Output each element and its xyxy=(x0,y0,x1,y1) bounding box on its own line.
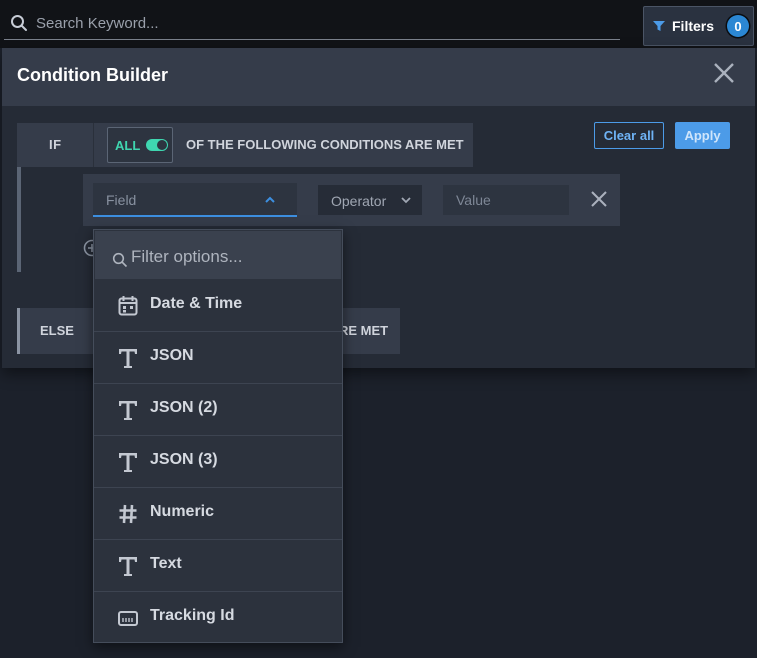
filters-count-badge: 0 xyxy=(727,15,750,37)
if-row: IF ALL OF THE FOLLOWING CONDITIONS ARE M… xyxy=(17,123,473,167)
apply-button[interactable]: Apply xyxy=(675,122,730,149)
toggle-switch[interactable] xyxy=(146,139,169,151)
chevron-down-icon xyxy=(401,197,411,204)
operator-placeholder: Operator xyxy=(331,193,387,209)
search-bar xyxy=(4,6,620,40)
dropdown-search xyxy=(95,231,341,279)
dropdown-list: Date & Time JSON JSON (2) JSON (3) Numer… xyxy=(94,280,342,644)
hash-icon xyxy=(119,504,137,524)
condition-row: Field Operator xyxy=(83,174,620,226)
dropdown-item-label: Numeric xyxy=(150,503,215,520)
field-dropdown: Date & Time JSON JSON (2) JSON (3) xyxy=(93,229,343,643)
dropdown-item-label: Text xyxy=(150,555,182,572)
dropdown-item-json-2[interactable]: JSON (2) xyxy=(94,384,342,436)
panel-title: Condition Builder xyxy=(17,65,168,85)
divider xyxy=(93,123,94,167)
search-icon xyxy=(112,252,128,268)
panel-header: Condition Builder xyxy=(2,48,755,106)
else-conditions-text: RE MET xyxy=(339,323,389,338)
clear-all-button[interactable]: Clear all xyxy=(594,122,664,149)
dropdown-item-text[interactable]: Text xyxy=(94,540,342,592)
text-type-icon xyxy=(119,557,137,576)
field-placeholder: Field xyxy=(106,192,137,208)
text-type-icon xyxy=(119,401,137,420)
text-type-icon xyxy=(119,453,137,472)
dropdown-item-label: JSON xyxy=(150,347,194,364)
dropdown-item-json-3[interactable]: JSON (3) xyxy=(94,436,342,488)
filters-button[interactable]: Filters 0 xyxy=(643,6,754,46)
barcode-icon xyxy=(118,611,138,626)
dropdown-item-numeric[interactable]: Numeric xyxy=(94,488,342,540)
close-icon[interactable] xyxy=(712,61,736,85)
chevron-up-icon xyxy=(265,196,275,203)
dropdown-item-label: Tracking Id xyxy=(150,607,235,624)
remove-condition-icon[interactable] xyxy=(590,190,608,208)
filters-label: Filters xyxy=(672,18,715,34)
dropdown-item-json[interactable]: JSON xyxy=(94,332,342,384)
dropdown-item-label: JSON (3) xyxy=(150,451,218,468)
search-icon xyxy=(11,15,27,31)
calendar-icon xyxy=(118,296,138,316)
filter-funnel-icon xyxy=(653,21,665,31)
text-type-icon xyxy=(119,349,137,368)
top-bar: Filters 0 xyxy=(0,0,757,48)
dropdown-item-label: Date & Time xyxy=(150,295,243,312)
all-label: ALL xyxy=(115,137,141,153)
search-input[interactable] xyxy=(36,10,606,36)
else-group-line xyxy=(17,308,20,354)
dropdown-item-label: JSON (2) xyxy=(150,399,218,416)
if-label: IF xyxy=(49,137,62,152)
else-label: ELSE xyxy=(40,323,74,338)
dropdown-item-date-time[interactable]: Date & Time xyxy=(94,280,342,332)
value-input[interactable] xyxy=(443,185,569,215)
dropdown-item-tracking-id[interactable]: Tracking Id xyxy=(94,592,342,644)
all-any-toggle[interactable]: ALL xyxy=(107,127,173,163)
conditions-text: OF THE FOLLOWING CONDITIONS ARE MET xyxy=(186,137,464,152)
filter-options-input[interactable] xyxy=(131,243,331,271)
field-select[interactable]: Field xyxy=(93,183,297,217)
operator-select[interactable]: Operator xyxy=(318,185,422,215)
